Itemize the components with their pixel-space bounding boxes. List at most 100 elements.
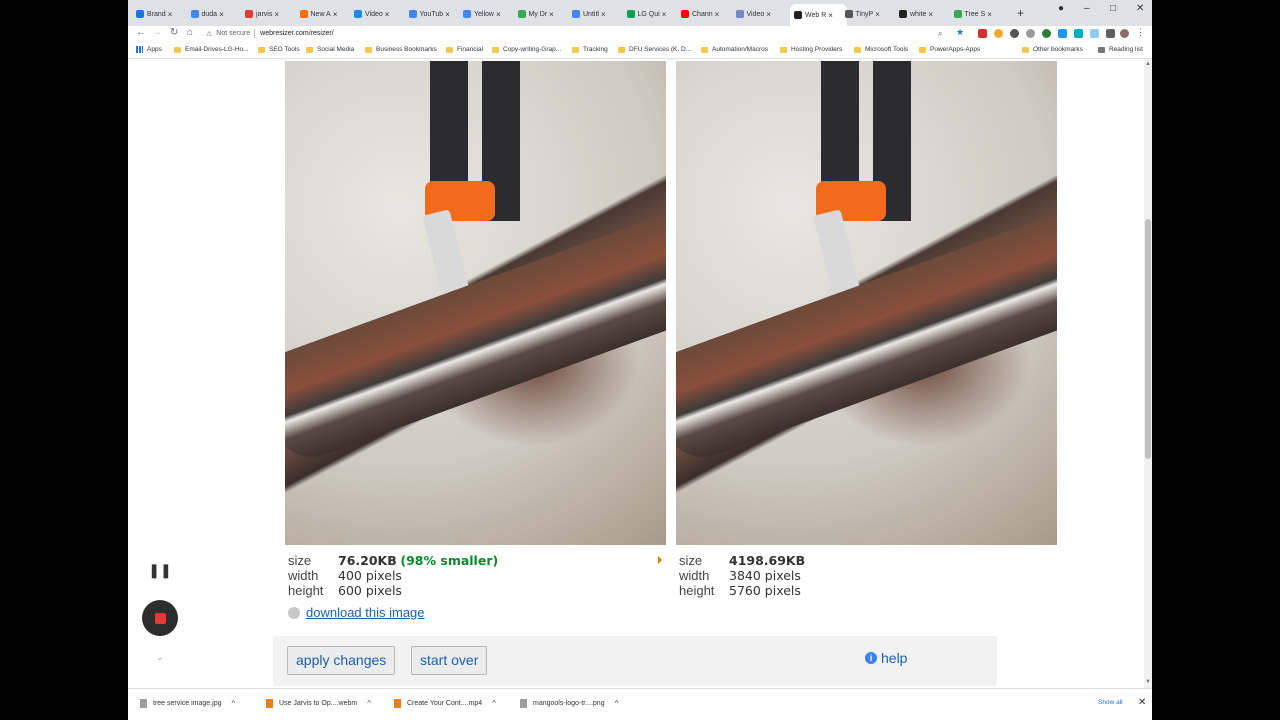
bookmark-item[interactable]: Tracking [572,46,608,53]
close-tab-icon[interactable]: × [875,10,880,19]
scroll-up-icon[interactable]: ▲ [1145,61,1151,67]
bookmark-item[interactable]: Microsoft Tools [854,46,908,53]
puzzle-icon[interactable] [1106,29,1115,38]
scroll-down-icon[interactable]: ▼ [1145,679,1151,685]
bookmark-item[interactable]: SEO Tools [258,46,300,53]
close-tab-icon[interactable]: × [385,10,390,19]
favicon-icon [681,10,689,18]
profile-icon[interactable]: ● [1058,3,1064,14]
chevron-up-icon[interactable]: ^ [492,699,496,708]
close-window-icon[interactable]: ✕ [1136,3,1144,14]
show-all-downloads-button[interactable]: Show all [1098,699,1123,706]
extension-green-icon[interactable] [1042,29,1051,38]
scrollbar-thumb[interactable] [1145,219,1151,459]
bookmark-item[interactable]: Reading list [1098,46,1143,53]
avatar[interactable] [1120,29,1129,38]
close-tab-icon[interactable]: × [549,10,554,19]
back-icon[interactable]: ← [136,27,146,38]
download-image-link[interactable]: download this image [306,605,425,620]
forward-icon[interactable]: → [152,27,162,38]
new-tab-button[interactable]: + [1017,6,1024,20]
tab-16[interactable]: Tree S × [953,6,1003,22]
bookmark-item[interactable]: Apps [136,46,162,53]
extension-yellow-icon[interactable] [994,29,1003,38]
bookmark-item[interactable]: Automation/Macros [701,46,768,53]
close-tab-icon[interactable]: × [168,10,173,19]
minimize-icon[interactable]: – [1084,3,1090,14]
bookmark-item[interactable]: Other bookmarks [1022,46,1083,53]
bookmark-label: Automation/Macros [712,46,768,53]
tab-12[interactable]: Video × [735,6,785,22]
download-item[interactable]: Use Jarvis to Op....webm ^ [266,699,371,708]
start-over-button[interactable]: start over [411,646,488,675]
download-filename: Use Jarvis to Op....webm [279,700,358,707]
apply-changes-button[interactable]: apply changes [287,646,396,675]
close-tab-icon[interactable]: × [496,10,501,19]
tab-14[interactable]: TinyP × [844,6,894,22]
tab-9[interactable]: Untitl × [572,6,621,22]
close-tab-icon[interactable]: × [445,10,450,19]
extension-v-icon[interactable] [1074,29,1083,38]
chevron-up-icon[interactable]: ^ [231,699,235,708]
close-tab-icon[interactable]: × [274,10,279,19]
bookmark-item[interactable]: DFU Services (K. D... [618,46,691,53]
menu-icon[interactable]: ⋮ [1136,27,1145,38]
bookmark-item[interactable]: Social Media [306,46,354,53]
tab-5[interactable]: Video × [354,6,403,22]
close-tab-icon[interactable]: × [928,10,933,19]
download-item[interactable]: Create Your Cont....mp4 ^ [394,699,496,708]
address-bar[interactable]: ⚠ Not secure webresizer.com/resizer/ [206,26,951,41]
zoom-icon[interactable]: ⌕ [938,29,942,39]
tab-6[interactable]: YouTub × [408,6,458,22]
download-item[interactable]: mangools-logo-tr....png ^ [520,699,618,708]
tab-label: Yellow [474,10,494,18]
close-tab-icon[interactable]: × [662,10,667,19]
tab-10[interactable]: LG Qui × [626,6,676,22]
close-tab-icon[interactable]: × [715,10,720,19]
bookmark-item[interactable]: Financial [446,46,483,53]
tab-11[interactable]: Chann × [681,6,730,22]
maximize-icon[interactable]: □ [1110,3,1116,14]
tab-2[interactable]: duda × [190,6,240,22]
download-item[interactable]: tree service image.jpg ^ [140,699,235,708]
downloads-bar: Show all ✕ tree service image.jpg ^ Use Ja… [128,688,1152,720]
tab-7[interactable]: Yellow × [463,6,512,22]
tab-label: Web R [805,11,827,19]
bookmark-item[interactable]: Hosting Providers [780,46,842,53]
bookmark-item[interactable]: PowerApps-Apps [919,46,980,53]
tab-15[interactable]: white × [899,6,948,22]
star-icon[interactable]: ★ [956,27,964,38]
link-icon[interactable] [1090,29,1099,38]
tab-label: My Dr [528,10,548,18]
close-tab-icon[interactable]: × [987,10,992,19]
extension-dark-icon[interactable] [1010,29,1019,38]
close-tab-icon[interactable]: × [828,11,833,20]
home-icon[interactable]: ⌂ [187,27,193,38]
folder-icon [854,46,861,53]
help-link[interactable]: i help [865,650,907,666]
pause-recording-button[interactable]: ❚❚ [142,556,178,584]
chevron-down-icon[interactable]: ⌄ [150,648,170,668]
close-tab-icon[interactable]: × [766,10,771,19]
close-tab-icon[interactable]: × [219,10,224,19]
close-downloads-icon[interactable]: ✕ [1138,697,1146,708]
bookmark-item[interactable]: Copy-writing-Grap... [492,46,561,53]
close-tab-icon[interactable]: × [601,10,606,19]
tab-1[interactable]: Brand × [136,6,185,22]
extension-grey-icon[interactable] [1026,29,1035,38]
bookmark-item[interactable]: Business Bookmarks [365,46,437,53]
scrollbar[interactable]: ▲ ▼ [1144,59,1152,688]
tab-3[interactable]: jarvis × [245,6,294,22]
tab-13[interactable]: Web R × [790,4,847,26]
chevron-up-icon[interactable]: ^ [367,699,371,708]
extension-blue-icon[interactable] [1058,29,1067,38]
stop-recording-button[interactable] [142,600,178,636]
extension-red-icon[interactable] [978,29,987,38]
bookmark-item[interactable]: Email-Drives-LG-Ho... [174,46,249,53]
tab-4[interactable]: New A × [299,6,349,22]
close-tab-icon[interactable]: × [333,10,338,19]
tab-8[interactable]: My Dr × [517,6,567,22]
chevron-up-icon[interactable]: ^ [615,699,619,708]
reload-icon[interactable]: ↻ [170,27,178,38]
video-file-icon [266,699,273,708]
